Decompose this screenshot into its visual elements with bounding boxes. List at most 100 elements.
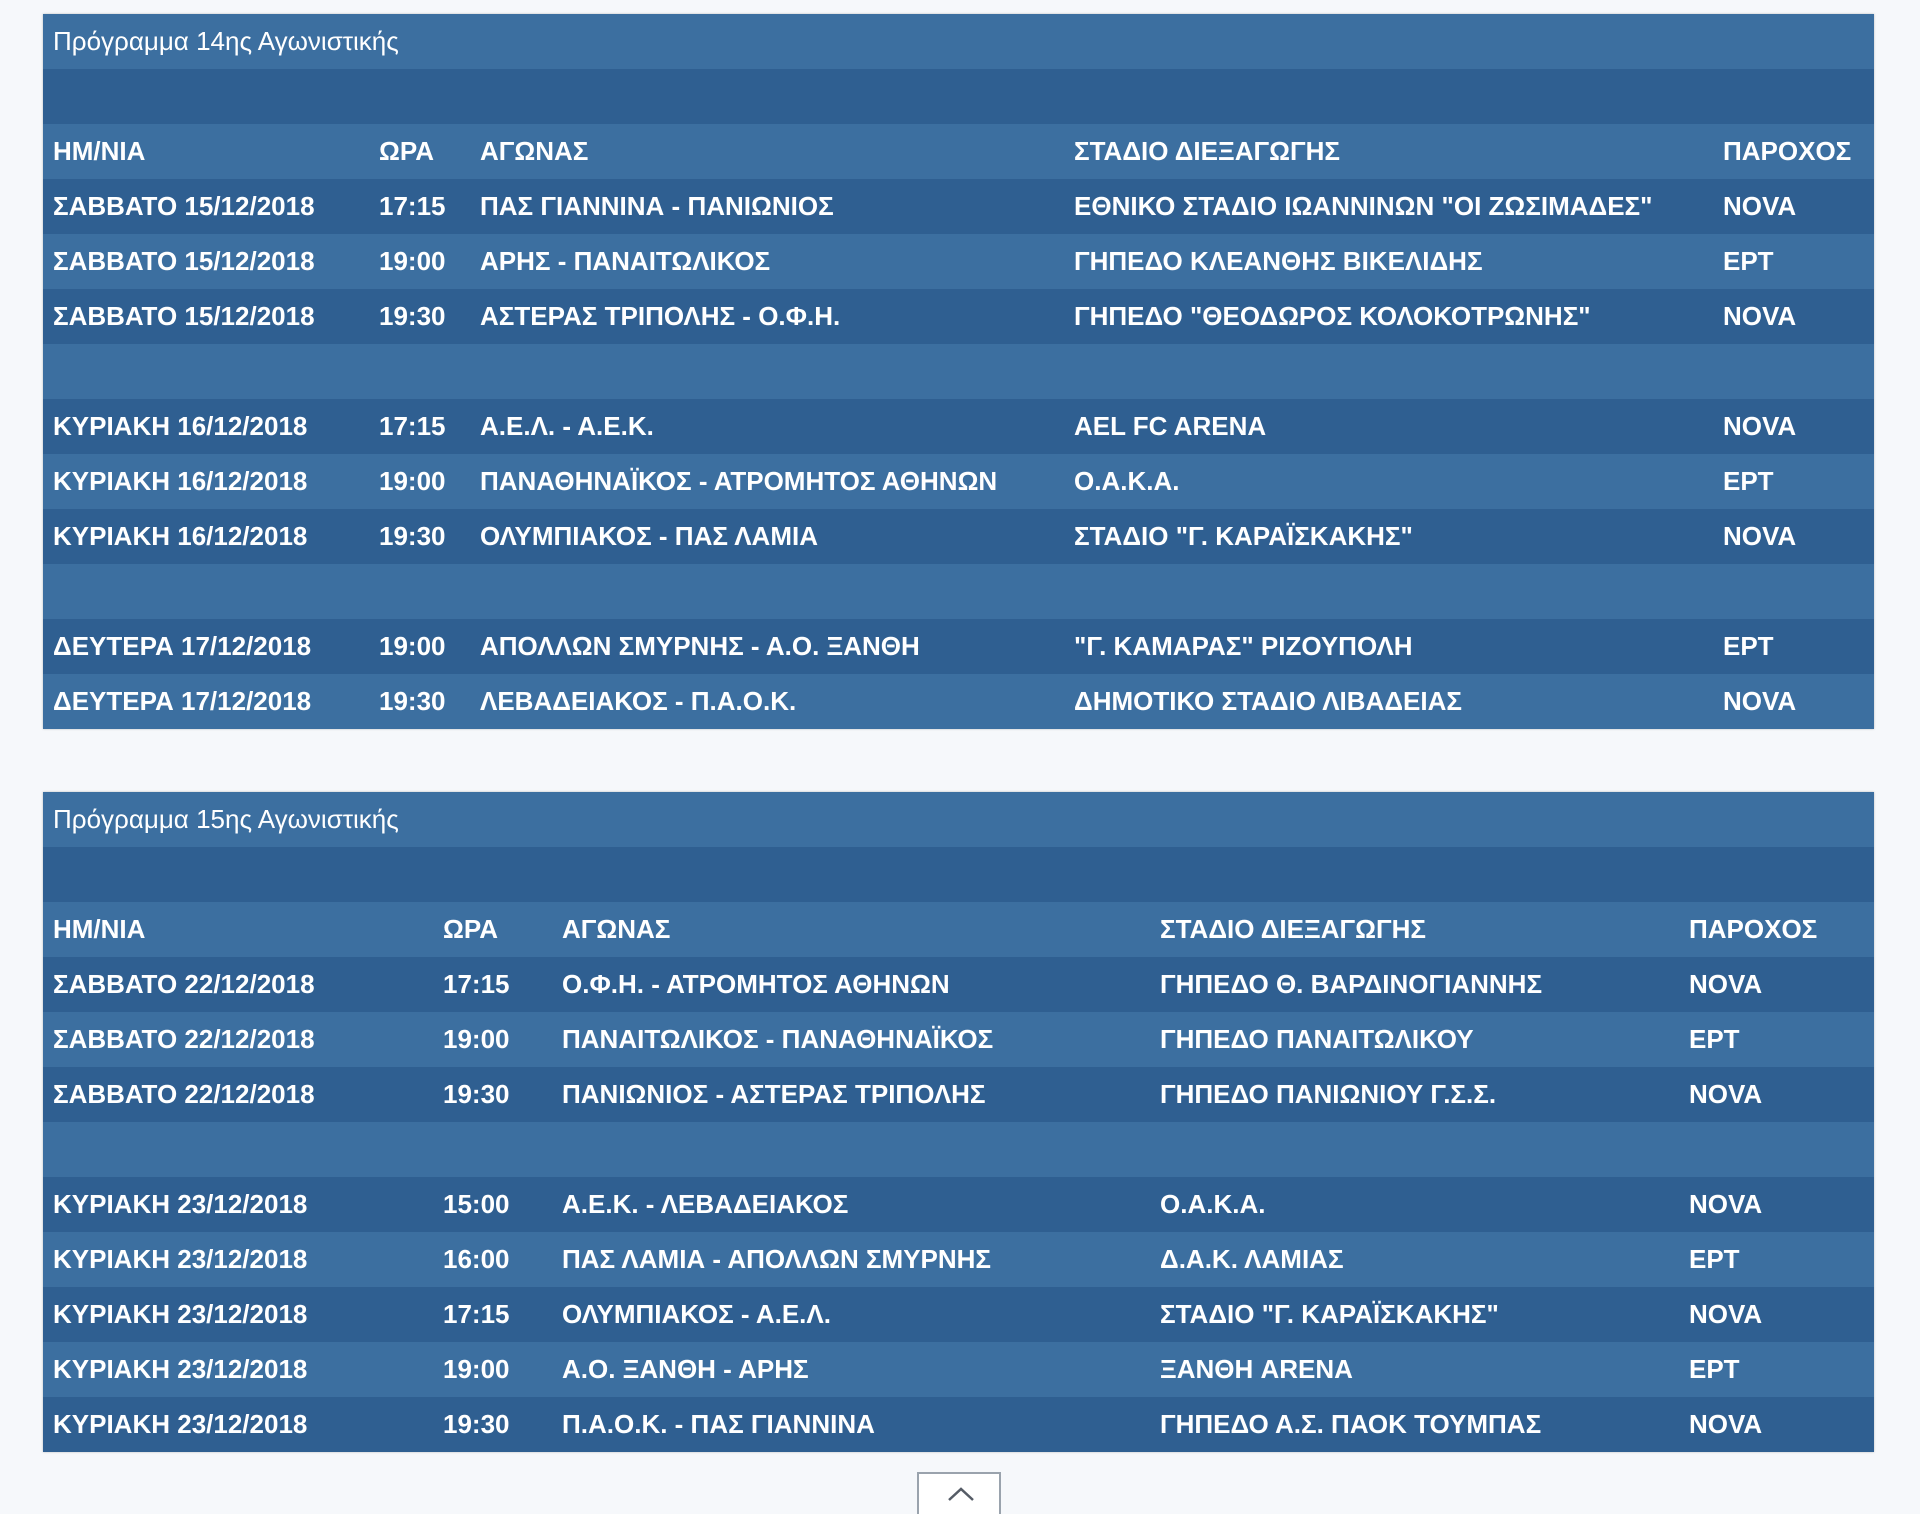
table-row: ΣΑΒΒΑΤΟ 15/12/2018 19:00 ΑΡΗΣ - ΠΑΝΑΙΤΩΛ…	[43, 234, 1875, 289]
match-teams: Ο.Φ.Η. - ΑΤΡΟΜΗΤΟΣ ΑΘΗΝΩΝ	[552, 957, 1150, 1012]
match-stadium: ΓΗΠΕΔΟ ΠΑΝΙΩΝΙΟΥ Γ.Σ.Σ.	[1150, 1067, 1679, 1122]
match-time: 15:00	[433, 1177, 552, 1232]
table-row: ΣΑΒΒΑΤΟ 15/12/2018 17:15 ΠΑΣ ΓΙΑΝΝΙΝΑ - …	[43, 179, 1875, 234]
table-title: Πρόγραμμα 14ης Αγωνιστικής	[43, 14, 1875, 69]
column-header-broadcaster: ΠΑΡΟΧΟΣ	[1679, 902, 1875, 957]
match-broadcaster: ΕΡΤ	[1679, 1342, 1875, 1397]
match-stadium: ΕΘΝΙΚΟ ΣΤΑΔΙΟ ΙΩΑΝΝΙΝΩΝ "ΟΙ ΖΩΣΙΜΑΔΕΣ"	[1064, 179, 1713, 234]
match-teams: ΑΡΗΣ - ΠΑΝΑΙΤΩΛΙΚΟΣ	[470, 234, 1064, 289]
match-date: ΚΥΡΙΑΚΗ 16/12/2018	[43, 509, 369, 564]
chevron-up-icon	[948, 1487, 974, 1501]
match-date: ΚΥΡΙΑΚΗ 16/12/2018	[43, 454, 369, 509]
table-row: ΚΥΡΙΑΚΗ 23/12/2018 16:00 ΠΑΣ ΛΑΜΙΑ - ΑΠΟ…	[43, 1232, 1875, 1287]
spacer-row	[43, 1122, 1875, 1177]
match-time: 19:00	[433, 1342, 552, 1397]
match-broadcaster: NOVA	[1713, 289, 1875, 344]
table-row: ΚΥΡΙΑΚΗ 16/12/2018 17:15 Α.Ε.Λ. - Α.Ε.Κ.…	[43, 399, 1875, 454]
match-stadium: AEL FC ARENA	[1064, 399, 1713, 454]
match-date: ΚΥΡΙΑΚΗ 23/12/2018	[43, 1232, 433, 1287]
match-time: 17:15	[433, 1287, 552, 1342]
match-time: 19:00	[369, 454, 470, 509]
match-stadium: "Γ. ΚΑΜΑΡΑΣ" ΡΙΖΟΥΠΟΛΗ	[1064, 619, 1713, 674]
match-time: 19:30	[433, 1067, 552, 1122]
table-row: ΣΑΒΒΑΤΟ 15/12/2018 19:30 ΑΣΤΕΡΑΣ ΤΡΙΠΟΛΗ…	[43, 289, 1875, 344]
match-time: 17:15	[369, 179, 470, 234]
match-date: ΣΑΒΒΑΤΟ 15/12/2018	[43, 234, 369, 289]
table-row: ΔΕΥΤΕΡΑ 17/12/2018 19:00 ΑΠΟΛΛΩΝ ΣΜΥΡΝΗΣ…	[43, 619, 1875, 674]
spacer-row	[43, 847, 1875, 902]
match-date: ΚΥΡΙΑΚΗ 16/12/2018	[43, 399, 369, 454]
match-time: 19:00	[433, 1012, 552, 1067]
table-row: ΚΥΡΙΑΚΗ 16/12/2018 19:30 ΟΛΥΜΠΙΑΚΟΣ - ΠΑ…	[43, 509, 1875, 564]
column-header-match: ΑΓΩΝΑΣ	[552, 902, 1150, 957]
match-time: 19:00	[369, 234, 470, 289]
column-header-stadium: ΣΤΑΔΙΟ ΔΙΕΞΑΓΩΓΗΣ	[1064, 124, 1713, 179]
spacer-row	[43, 69, 1875, 124]
match-stadium: Ο.Α.Κ.Α.	[1150, 1177, 1679, 1232]
match-broadcaster: ΕΡΤ	[1713, 619, 1875, 674]
match-broadcaster: NOVA	[1679, 1287, 1875, 1342]
match-date: ΣΑΒΒΑΤΟ 15/12/2018	[43, 289, 369, 344]
match-date: ΣΑΒΒΑΤΟ 22/12/2018	[43, 1067, 433, 1122]
column-header-date: ΗΜ/ΝΙΑ	[43, 124, 369, 179]
match-broadcaster: ΕΡΤ	[1679, 1232, 1875, 1287]
match-time: 19:30	[369, 289, 470, 344]
match-date: ΣΑΒΒΑΤΟ 22/12/2018	[43, 957, 433, 1012]
match-stadium: ΔΗΜΟΤΙΚΟ ΣΤΑΔΙΟ ΛΙΒΑΔΕΙΑΣ	[1064, 674, 1713, 729]
match-date: ΚΥΡΙΑΚΗ 23/12/2018	[43, 1342, 433, 1397]
header-row: ΗΜ/ΝΙΑ ΩΡΑ ΑΓΩΝΑΣ ΣΤΑΔΙΟ ΔΙΕΞΑΓΩΓΗΣ ΠΑΡΟ…	[43, 124, 1875, 179]
column-header-time: ΩΡΑ	[433, 902, 552, 957]
match-stadium: ΓΗΠΕΔΟ "ΘΕΟΔΩΡΟΣ ΚΟΛΟΚΟΤΡΩΝΗΣ"	[1064, 289, 1713, 344]
match-broadcaster: ΕΡΤ	[1679, 1012, 1875, 1067]
column-header-broadcaster: ΠΑΡΟΧΟΣ	[1713, 124, 1875, 179]
table-row: ΚΥΡΙΑΚΗ 23/12/2018 19:30 Π.Α.Ο.Κ. - ΠΑΣ …	[43, 1397, 1875, 1452]
match-stadium: ΣΤΑΔΙΟ "Γ. ΚΑΡΑΪΣΚΑΚΗΣ"	[1064, 509, 1713, 564]
match-broadcaster: NOVA	[1679, 1067, 1875, 1122]
match-time: 17:15	[369, 399, 470, 454]
match-time: 19:30	[369, 674, 470, 729]
match-teams: ΠΑΝΑΘΗΝΑΪΚΟΣ - ΑΤΡΟΜΗΤΟΣ ΑΘΗΝΩΝ	[470, 454, 1064, 509]
match-date: ΣΑΒΒΑΤΟ 22/12/2018	[43, 1012, 433, 1067]
header-row: ΗΜ/ΝΙΑ ΩΡΑ ΑΓΩΝΑΣ ΣΤΑΔΙΟ ΔΙΕΞΑΓΩΓΗΣ ΠΑΡΟ…	[43, 902, 1875, 957]
match-teams: ΠΑΣ ΛΑΜΙΑ - ΑΠΟΛΛΩΝ ΣΜΥΡΝΗΣ	[552, 1232, 1150, 1287]
table-row: ΣΑΒΒΑΤΟ 22/12/2018 17:15 Ο.Φ.Η. - ΑΤΡΟΜΗ…	[43, 957, 1875, 1012]
match-broadcaster: NOVA	[1713, 509, 1875, 564]
match-stadium: ΓΗΠΕΔΟ Θ. ΒΑΡΔΙΝΟΓΙΑΝΝΗΣ	[1150, 957, 1679, 1012]
match-date: ΚΥΡΙΑΚΗ 23/12/2018	[43, 1287, 433, 1342]
column-header-time: ΩΡΑ	[369, 124, 470, 179]
match-broadcaster: ΕΡΤ	[1713, 454, 1875, 509]
match-teams: ΠΑΝΙΩΝΙΟΣ - ΑΣΤΕΡΑΣ ΤΡΙΠΟΛΗΣ	[552, 1067, 1150, 1122]
scroll-to-top-button[interactable]	[917, 1472, 1001, 1514]
column-header-match: ΑΓΩΝΑΣ	[470, 124, 1064, 179]
table-title-row: Πρόγραμμα 14ης Αγωνιστικής	[43, 14, 1875, 69]
match-date: ΔΕΥΤΕΡΑ 17/12/2018	[43, 619, 369, 674]
spacer-row	[43, 344, 1875, 399]
match-time: 19:00	[369, 619, 470, 674]
schedule-table-round-15: Πρόγραμμα 15ης Αγωνιστικής ΗΜ/ΝΙΑ ΩΡΑ ΑΓ…	[43, 792, 1875, 1452]
match-teams: Π.Α.Ο.Κ. - ΠΑΣ ΓΙΑΝΝΙΝΑ	[552, 1397, 1150, 1452]
match-date: ΚΥΡΙΑΚΗ 23/12/2018	[43, 1177, 433, 1232]
table-row: ΔΕΥΤΕΡΑ 17/12/2018 19:30 ΛΕΒΑΔΕΙΑΚΟΣ - Π…	[43, 674, 1875, 729]
match-time: 17:15	[433, 957, 552, 1012]
match-time: 19:30	[433, 1397, 552, 1452]
table-title: Πρόγραμμα 15ης Αγωνιστικής	[43, 792, 1875, 847]
match-stadium: Ο.Α.Κ.Α.	[1064, 454, 1713, 509]
match-teams: ΑΠΟΛΛΩΝ ΣΜΥΡΝΗΣ - Α.Ο. ΞΑΝΘΗ	[470, 619, 1064, 674]
match-stadium: Δ.Α.Κ. ΛΑΜΙΑΣ	[1150, 1232, 1679, 1287]
match-teams: ΟΛΥΜΠΙΑΚΟΣ - ΠΑΣ ΛΑΜΙΑ	[470, 509, 1064, 564]
match-broadcaster: NOVA	[1713, 674, 1875, 729]
table-row: ΣΑΒΒΑΤΟ 22/12/2018 19:30 ΠΑΝΙΩΝΙΟΣ - ΑΣΤ…	[43, 1067, 1875, 1122]
match-broadcaster: NOVA	[1679, 957, 1875, 1012]
match-broadcaster: NOVA	[1679, 1397, 1875, 1452]
match-date: ΣΑΒΒΑΤΟ 15/12/2018	[43, 179, 369, 234]
column-header-date: ΗΜ/ΝΙΑ	[43, 902, 433, 957]
match-teams: Α.Ε.Κ. - ΛΕΒΑΔΕΙΑΚΟΣ	[552, 1177, 1150, 1232]
match-time: 16:00	[433, 1232, 552, 1287]
match-stadium: ΓΗΠΕΔΟ Α.Σ. ΠΑΟΚ ΤΟΥΜΠΑΣ	[1150, 1397, 1679, 1452]
table-row: ΚΥΡΙΑΚΗ 16/12/2018 19:00 ΠΑΝΑΘΗΝΑΪΚΟΣ - …	[43, 454, 1875, 509]
match-teams: ΟΛΥΜΠΙΑΚΟΣ - Α.Ε.Λ.	[552, 1287, 1150, 1342]
match-date: ΔΕΥΤΕΡΑ 17/12/2018	[43, 674, 369, 729]
table-title-row: Πρόγραμμα 15ης Αγωνιστικής	[43, 792, 1875, 847]
match-broadcaster: ΕΡΤ	[1713, 234, 1875, 289]
spacer-row	[43, 564, 1875, 619]
